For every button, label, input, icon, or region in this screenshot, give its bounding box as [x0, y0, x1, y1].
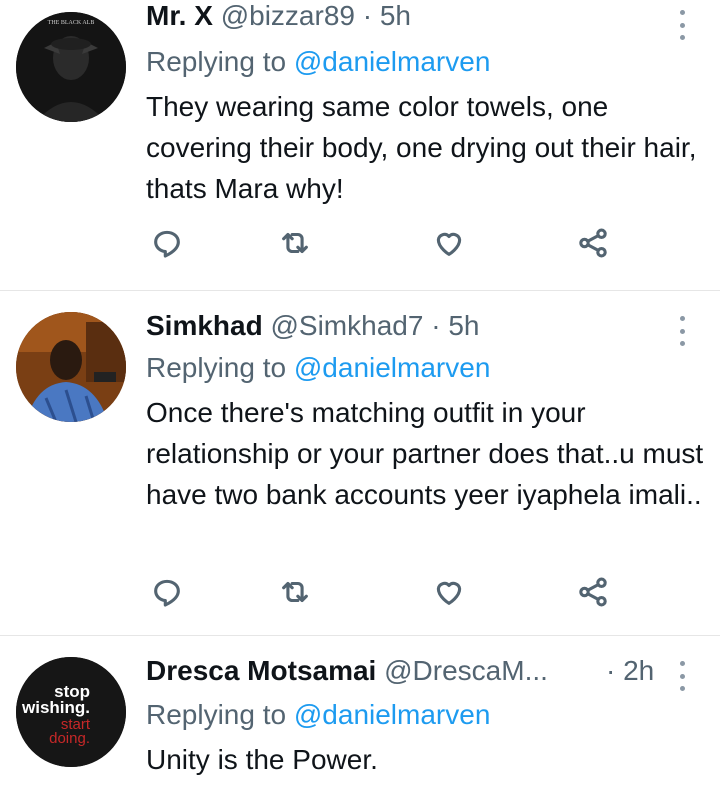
like-icon: [436, 232, 462, 256]
mention-link[interactable]: @danielmarven: [294, 352, 491, 383]
user-handle[interactable]: @bizzar89: [221, 0, 355, 31]
replying-to-label: Replying to: [146, 352, 287, 383]
action-bar: [140, 226, 640, 266]
avatar[interactable]: stop wishing. start doing.: [16, 657, 126, 767]
mention-link[interactable]: @danielmarven: [294, 699, 491, 730]
share-icon: [579, 577, 607, 607]
avatar[interactable]: [16, 312, 126, 422]
like-button[interactable]: [432, 226, 472, 266]
timestamp[interactable]: 5h: [448, 310, 479, 341]
avatar-text: THE BLACK ALB: [48, 20, 95, 26]
reply-icon: [154, 230, 180, 258]
tweet-time: · 2h: [606, 653, 654, 689]
replying-to-line: Replying to @danielmarven: [146, 697, 490, 733]
share-icon: [579, 228, 607, 258]
share-button[interactable]: [576, 575, 616, 615]
display-name[interactable]: Dresca Motsamai: [146, 655, 376, 686]
separator-dot: ·: [606, 655, 616, 686]
tweet[interactable]: THE BLACK ALB Mr. X @bizzar89 · 5h Reply…: [0, 0, 720, 290]
user-handle[interactable]: @DrescaM...: [384, 655, 548, 686]
retweet-button[interactable]: [278, 575, 318, 615]
tweet[interactable]: Simkhad @Simkhad7 · 5h Replying to @dani…: [0, 291, 720, 635]
replying-to-label: Replying to: [146, 699, 287, 730]
reply-button[interactable]: [150, 575, 190, 615]
avatar-text: doing.: [49, 730, 90, 747]
separator-dot: ·: [362, 0, 373, 31]
retweet-icon: [282, 581, 308, 603]
avatar-image: [16, 312, 126, 422]
retweet-button[interactable]: [278, 226, 318, 266]
avatar-image: stop wishing. start doing.: [16, 657, 126, 767]
more-icon[interactable]: [672, 661, 692, 691]
replying-to-line: Replying to @danielmarven: [146, 44, 490, 80]
tweet-text: They wearing same color towels, one cove…: [146, 91, 697, 204]
tweet[interactable]: stop wishing. start doing. Dresca Motsam…: [0, 636, 720, 788]
more-icon[interactable]: [672, 316, 692, 346]
tweet-header: Simkhad @Simkhad7 · 5h: [146, 308, 660, 344]
display-name[interactable]: Mr. X: [146, 0, 213, 31]
avatar-image: THE BLACK ALB: [16, 12, 126, 122]
reply-button[interactable]: [150, 226, 190, 266]
timestamp[interactable]: 5h: [380, 0, 411, 31]
share-button[interactable]: [576, 226, 616, 266]
like-button[interactable]: [432, 575, 472, 615]
retweet-icon: [282, 232, 308, 254]
mention-link[interactable]: @danielmarven: [294, 46, 491, 77]
reply-icon: [154, 579, 180, 607]
separator-dot: ·: [431, 310, 441, 341]
replying-to-line: Replying to @danielmarven: [146, 350, 490, 386]
action-bar: [140, 575, 640, 615]
replying-to-label: Replying to: [146, 46, 287, 77]
more-icon[interactable]: [672, 10, 692, 40]
user-handle[interactable]: @Simkhad7: [270, 310, 423, 341]
like-icon: [436, 581, 462, 605]
display-name[interactable]: Simkhad: [146, 310, 263, 341]
avatar-text: wishing.: [21, 698, 90, 717]
timestamp[interactable]: 2h: [623, 655, 654, 686]
tweet-text: Once there's matching outfit in your rel…: [146, 397, 704, 510]
avatar[interactable]: THE BLACK ALB: [16, 12, 126, 122]
tweet-text: Unity is the Power.: [146, 744, 378, 775]
tweet-header: Mr. X @bizzar89 · 5h: [146, 0, 660, 34]
tweet-header: Dresca Motsamai @DrescaM...: [146, 653, 580, 689]
